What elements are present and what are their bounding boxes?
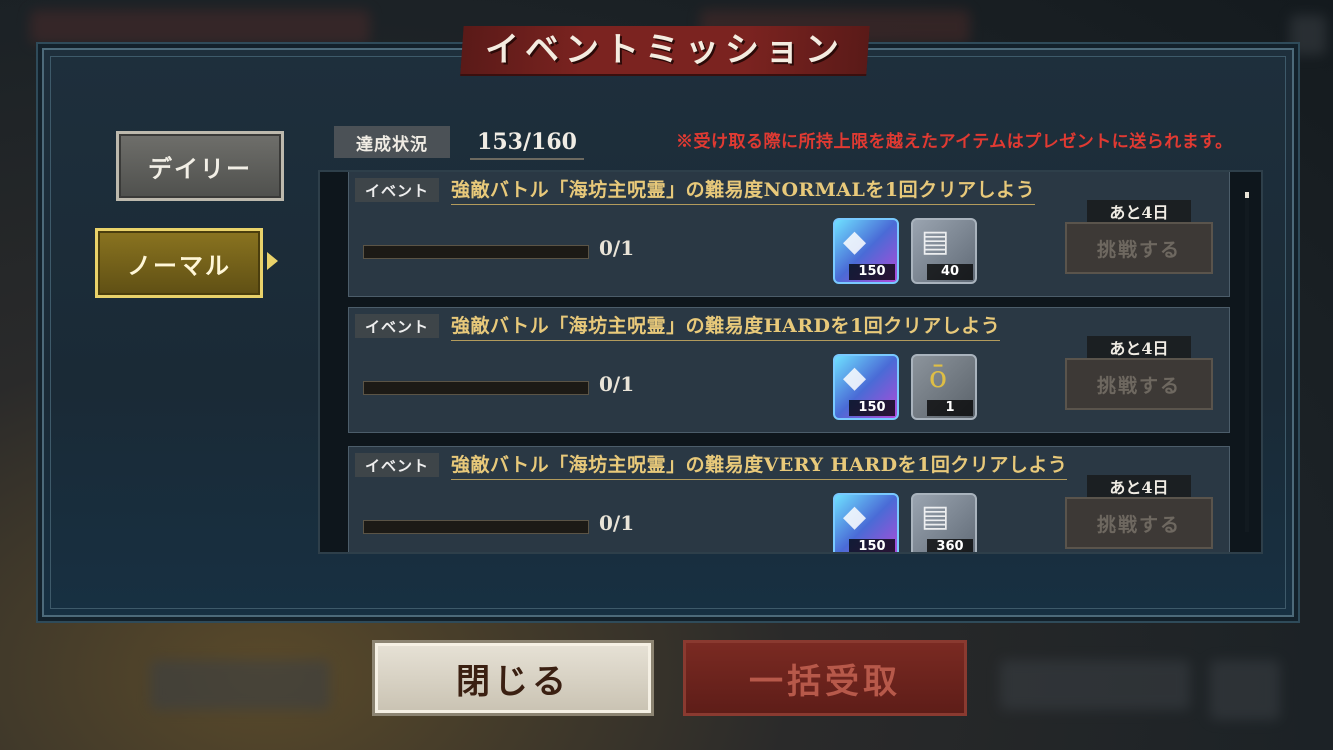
tab-selected-arrow-icon bbox=[267, 252, 278, 270]
mission-category-badge: イベント bbox=[355, 453, 439, 477]
reward-quantity: 150 bbox=[849, 539, 895, 552]
scroll-thumb[interactable] bbox=[1245, 192, 1249, 198]
mission-title: 強敵バトル「海坊主呪霊」の難易度VERY HARDを1回クリアしよう bbox=[451, 450, 1068, 480]
mission-deadline: あと4日 bbox=[1087, 475, 1191, 497]
reward-quantity: 360 bbox=[927, 539, 973, 552]
reward-quantity: 150 bbox=[849, 264, 895, 280]
challenge-button[interactable]: 挑戦する bbox=[1065, 358, 1213, 410]
mission-progress-text: 0/1 bbox=[599, 372, 635, 396]
challenge-button[interactable]: 挑戦する bbox=[1065, 497, 1213, 549]
reward-quantity: 40 bbox=[927, 264, 973, 280]
tab-normal[interactable]: ノーマル bbox=[95, 228, 263, 298]
scrollbar[interactable] bbox=[1245, 192, 1249, 532]
mission-deadline: あと4日 bbox=[1087, 336, 1191, 358]
reward-quantity: 1 bbox=[927, 400, 973, 416]
scroll-icon[interactable]: ▤ 40 bbox=[911, 218, 977, 284]
mission-progress-text: 0/1 bbox=[599, 511, 635, 535]
mission-category-badge: イベント bbox=[355, 178, 439, 202]
mission-deadline: あと4日 bbox=[1087, 200, 1191, 222]
completion-status-label: 達成状況 bbox=[334, 126, 450, 158]
overflow-notice: ※受け取る際に所持上限を越えたアイテムはプレゼントに送られます。 bbox=[676, 132, 1233, 152]
gem-cube-icon[interactable]: ◆ 150 bbox=[833, 218, 899, 284]
close-button[interactable]: 閉じる bbox=[372, 640, 654, 716]
reward-quantity: 150 bbox=[849, 400, 895, 416]
gold-medal-icon[interactable]: ō1 bbox=[911, 354, 977, 420]
mission-card: イベント 強敵バトル「海坊主呪霊」の難易度HARDを1回クリアしよう 0/1 ◆… bbox=[348, 307, 1230, 433]
mission-list[interactable]: イベント 強敵バトル「海坊主呪霊」の難易度NORMALを1回クリアしよう 0/1… bbox=[318, 170, 1263, 554]
gem-cube-icon[interactable]: ◆ 150 bbox=[833, 493, 899, 552]
mission-card: イベント 強敵バトル「海坊主呪霊」の難易度VERY HARDを1回クリアしよう … bbox=[348, 446, 1230, 552]
challenge-button[interactable]: 挑戦する bbox=[1065, 222, 1213, 274]
bulk-receive-button[interactable]: 一括受取 bbox=[683, 640, 967, 716]
mission-card: イベント 強敵バトル「海坊主呪霊」の難易度NORMALを1回クリアしよう 0/1… bbox=[348, 172, 1230, 297]
completion-status-value: 153/160 bbox=[470, 126, 584, 160]
mission-progress-bar bbox=[363, 245, 589, 259]
mission-progress-bar bbox=[363, 381, 589, 395]
mission-title: 強敵バトル「海坊主呪霊」の難易度NORMALを1回クリアしよう bbox=[451, 175, 1036, 205]
mission-progress-bar bbox=[363, 520, 589, 534]
tab-daily[interactable]: デイリー bbox=[116, 131, 284, 201]
mission-progress-text: 0/1 bbox=[599, 236, 635, 260]
mission-category-badge: イベント bbox=[355, 314, 439, 338]
mission-title: 強敵バトル「海坊主呪霊」の難易度HARDを1回クリアしよう bbox=[451, 311, 1001, 341]
scroll-icon[interactable]: ▤ 360 bbox=[911, 493, 977, 552]
page-title: イベントミッション bbox=[485, 30, 845, 70]
gem-cube-icon[interactable]: ◆ 150 bbox=[833, 354, 899, 420]
